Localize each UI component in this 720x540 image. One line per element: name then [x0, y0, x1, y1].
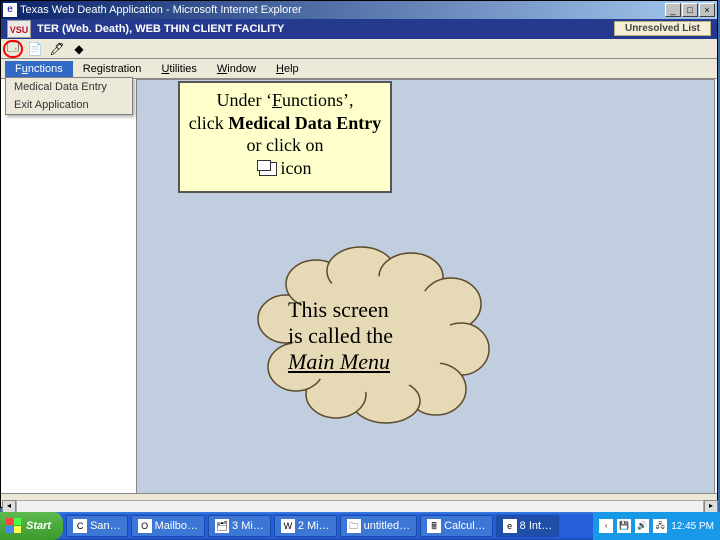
- menu-functions[interactable]: Functions: [5, 61, 73, 77]
- taskbar-icon: C: [73, 519, 87, 533]
- minimize-button[interactable]: _: [665, 3, 681, 17]
- menu-help[interactable]: Help: [266, 61, 309, 77]
- taskbar-icon: 🗂: [215, 519, 229, 533]
- instruction-callout: Under ‘Functions’, click Medical Data En…: [178, 81, 392, 193]
- clock[interactable]: 12:45 PM: [671, 521, 714, 532]
- medical-data-entry-icon[interactable]: 🗔: [3, 40, 23, 58]
- tray-icon[interactable]: 💾: [617, 519, 631, 533]
- cloud-line3: Main Menu: [288, 349, 458, 375]
- toolbar: 🗔 📄 🖊 ◆: [1, 39, 717, 59]
- menu-registration[interactable]: Registration: [73, 61, 152, 77]
- windows-icon: [259, 162, 277, 176]
- system-tray: ‹ 💾 🔊 🖧 12:45 PM: [593, 512, 720, 540]
- titlebar: e Texas Web Death Application - Microsof…: [1, 1, 717, 19]
- cloud-line2: is called the: [288, 323, 458, 349]
- toolbar-button-4[interactable]: ◆: [69, 40, 89, 58]
- app-window: e Texas Web Death Application - Microsof…: [0, 0, 718, 508]
- toolbar-button-3[interactable]: 🖊: [47, 40, 67, 58]
- menu-utilities[interactable]: Utilities: [151, 61, 206, 77]
- taskbar-item-3[interactable]: 🗂3 Mi…: [208, 515, 271, 537]
- taskbar-icon: e: [503, 519, 517, 533]
- unresolved-list-button[interactable]: Unresolved List: [614, 21, 711, 36]
- start-button[interactable]: Start: [0, 512, 63, 540]
- taskbar-icon: 🖩: [427, 519, 441, 533]
- tray-icon[interactable]: 🖧: [653, 519, 667, 533]
- taskbar-item-5[interactable]: 🗀untitled…: [340, 515, 417, 537]
- window-title: Texas Web Death Application - Microsoft …: [20, 4, 664, 16]
- taskbar-icon: 🗀: [347, 519, 361, 533]
- taskbar-item-1[interactable]: CSan…: [66, 515, 128, 537]
- subtitle-text: TER (Web. Death), WEB THIN CLIENT FACILI…: [37, 23, 284, 35]
- menu-window[interactable]: Window: [207, 61, 266, 77]
- taskbar-icon: W: [281, 519, 295, 533]
- functions-dropdown: Medical Data Entry Exit Application: [5, 77, 133, 115]
- ie-icon: e: [3, 3, 17, 17]
- toolbar-button-2[interactable]: 📄: [25, 40, 45, 58]
- taskbar-item-6[interactable]: 🖩Calcul…: [420, 515, 493, 537]
- dropdown-item-medical-data-entry[interactable]: Medical Data Entry: [6, 78, 132, 96]
- tray-icon[interactable]: 🔊: [635, 519, 649, 533]
- tray-icon[interactable]: ‹: [599, 519, 613, 533]
- windows-logo-icon: [6, 518, 22, 534]
- taskbar-item-7[interactable]: e8 Int…: [496, 515, 559, 537]
- thought-cloud: This screen is called the Main Menu: [246, 239, 494, 425]
- taskbar-icon: O: [138, 519, 152, 533]
- dropdown-item-exit-application[interactable]: Exit Application: [6, 96, 132, 114]
- subtitle-bar: VSU TER (Web. Death), WEB THIN CLIENT FA…: [1, 19, 717, 39]
- taskbar: Start CSan… OMailbo… 🗂3 Mi… W2 Mi… 🗀unti…: [0, 512, 720, 540]
- menubar: Functions Registration Utilities Window …: [1, 59, 717, 79]
- close-button[interactable]: ×: [699, 3, 715, 17]
- taskbar-item-2[interactable]: OMailbo…: [131, 515, 205, 537]
- cloud-line1: This screen: [288, 297, 458, 323]
- taskbar-item-4[interactable]: W2 Mi…: [274, 515, 337, 537]
- maximize-button[interactable]: □: [682, 3, 698, 17]
- app-logo-icon: VSU: [7, 20, 31, 38]
